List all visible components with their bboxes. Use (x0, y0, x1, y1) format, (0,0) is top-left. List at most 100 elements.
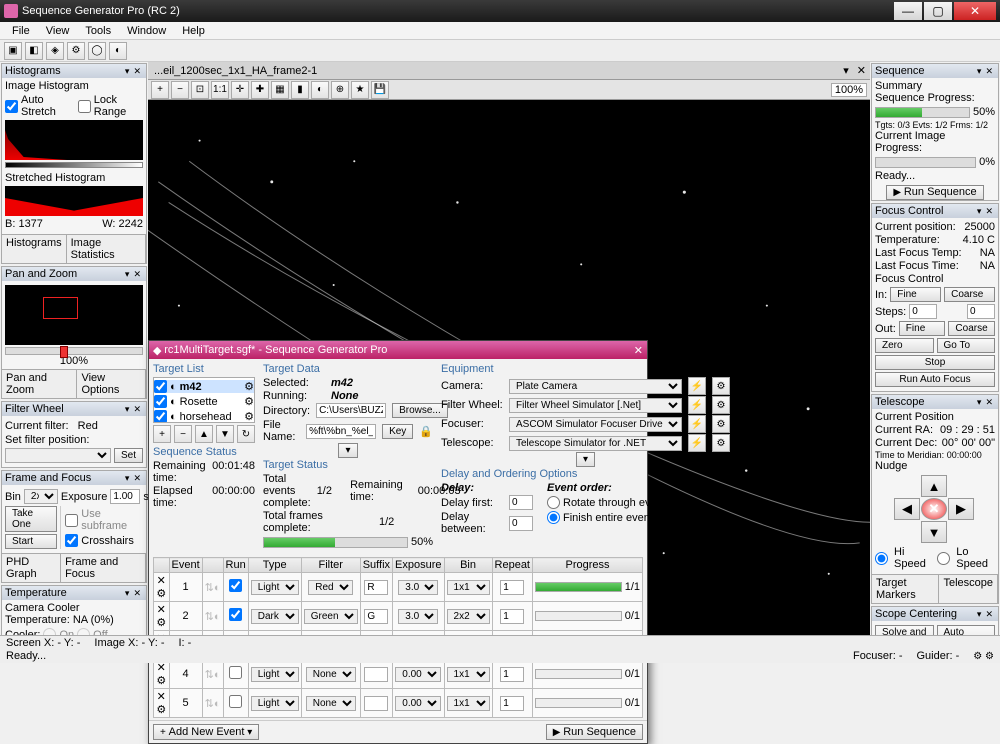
tab-histograms[interactable]: Histograms (2, 235, 67, 263)
dialog-run-sequence-button[interactable]: ▶ Run Sequence (546, 724, 643, 740)
nudge-down-button[interactable]: ▼ (921, 521, 947, 543)
event-suffix-input[interactable] (364, 667, 388, 682)
tab-frame-focus[interactable]: Frame and Focus (61, 554, 146, 582)
crosshair-icon[interactable]: ✚ (251, 81, 269, 99)
annotate-icon[interactable]: ⊕ (331, 81, 349, 99)
start-button[interactable]: Start (5, 534, 57, 549)
tab-panzoom[interactable]: Pan and Zoom (2, 370, 77, 398)
invert-icon[interactable]: ◐ (311, 81, 329, 99)
target-data-expand-button[interactable]: ▾ (338, 443, 357, 458)
camera-settings-icon[interactable]: ⚙ (712, 377, 730, 395)
focus-stop-button[interactable]: Stop (875, 355, 995, 370)
delay-first-input[interactable] (509, 495, 533, 510)
event-suffix-input[interactable] (364, 696, 388, 711)
panel-pin-icon[interactable]: ▾ (975, 66, 984, 77)
target-rosette[interactable]: Rosette (180, 396, 218, 408)
in-fine-button[interactable]: Fine (890, 287, 941, 302)
event-filter-select[interactable]: Green (304, 609, 358, 624)
event-bin-select[interactable]: 1x1 (447, 667, 490, 682)
target-add-button[interactable]: + (153, 425, 171, 443)
menu-window[interactable]: Window (119, 23, 174, 39)
tab-phd-graph[interactable]: PHD Graph (2, 554, 61, 582)
key-button[interactable]: Key (382, 424, 413, 439)
histogram-icon[interactable]: ▮ (291, 81, 309, 99)
event-bin-select[interactable]: 1x1 (447, 696, 490, 711)
window-close[interactable]: ✕ (954, 2, 996, 20)
zoom-100-icon[interactable]: 1:1 (211, 81, 229, 99)
target-rosette-checkbox[interactable] (154, 395, 167, 408)
histogram-display[interactable] (5, 120, 143, 160)
event-bin-select[interactable]: 2x2 (447, 609, 490, 624)
run-sequence-button[interactable]: ▶ Run Sequence (886, 185, 983, 200)
target-del-button[interactable]: − (174, 425, 192, 443)
set-filter-button[interactable]: Set (114, 448, 143, 463)
event-filter-select[interactable]: None (306, 696, 356, 711)
event-type-select[interactable]: Light (251, 696, 299, 711)
toolbar-btn-3[interactable]: ◈ (46, 42, 64, 60)
event-filter-select[interactable]: Red (308, 580, 353, 595)
zoom-readout[interactable]: 100% (831, 83, 867, 97)
subframe-checkbox[interactable] (65, 514, 78, 527)
menu-file[interactable]: File (4, 23, 38, 39)
panel-close-icon[interactable]: ✕ (983, 609, 995, 620)
toolbar-btn-4[interactable]: ⚙ (67, 42, 85, 60)
image-tab[interactable]: ...eil_1200sec_1x1_HA_frame2-1 ▾ ✕ (148, 62, 870, 80)
panel-close-icon[interactable]: ✕ (983, 206, 995, 217)
panel-pin-icon[interactable]: ▾ (123, 404, 132, 415)
camera-connect-icon[interactable]: ⚡ (688, 377, 706, 395)
crosshairs-checkbox[interactable] (65, 534, 78, 547)
event-run-check[interactable] (229, 608, 242, 621)
panel-close-icon[interactable]: ✕ (983, 66, 995, 77)
nudge-up-button[interactable]: ▲ (921, 475, 947, 497)
tab-view-options[interactable]: View Options (77, 370, 146, 398)
fw-connect-icon[interactable]: ⚡ (688, 396, 706, 414)
delay-between-input[interactable] (509, 516, 533, 531)
out-fine-button[interactable]: Fine (899, 321, 946, 336)
telescope-connect-icon[interactable]: ⚡ (688, 434, 706, 452)
auto-center-button[interactable]: Auto Center (937, 625, 996, 635)
event-exposure-select[interactable]: 3.0 (398, 580, 438, 595)
reticle-icon[interactable]: ✛ (231, 81, 249, 99)
histogram-gradient[interactable] (5, 162, 143, 168)
target-horsehead-checkbox[interactable] (154, 410, 167, 423)
rotate-radio[interactable] (547, 496, 560, 509)
tab-telescope[interactable]: Telescope (939, 575, 998, 603)
toolbar-btn-2[interactable]: ◧ (25, 42, 43, 60)
auto-stretch-checkbox[interactable] (5, 100, 18, 113)
event-repeat-input[interactable] (500, 609, 524, 624)
cooler-on-radio[interactable] (43, 628, 56, 635)
zoom-slider[interactable] (5, 347, 143, 355)
event-suffix-input[interactable] (364, 609, 388, 624)
menu-tools[interactable]: Tools (77, 23, 119, 39)
event-row[interactable]: ✕ ⚙5⇅◐LightNone0.001x10/1 (154, 689, 643, 718)
panzoom-preview[interactable] (5, 285, 143, 345)
directory-input[interactable] (316, 403, 386, 418)
panel-close-icon[interactable]: ✕ (131, 588, 143, 599)
camera-select[interactable]: Plate Camera (509, 379, 682, 394)
panel-close-icon[interactable]: ✕ (131, 404, 143, 415)
fw-select[interactable]: Filter Wheel Simulator [.Net] (509, 398, 682, 413)
event-type-select[interactable]: Light (251, 667, 299, 682)
target-down-button[interactable]: ▼ (216, 425, 234, 443)
window-maximize[interactable]: ▢ (924, 2, 952, 20)
nudge-stop-button[interactable]: ✕ (921, 498, 947, 520)
zoom-out-icon[interactable]: − (171, 81, 189, 99)
focuser-connect-icon[interactable]: ⚡ (688, 415, 706, 433)
solve-sync-button[interactable]: Solve and Sync (875, 625, 934, 635)
panel-close-icon[interactable]: ✕ (131, 269, 143, 280)
bin-select[interactable]: 2x2 (24, 489, 58, 504)
zoom-fit-icon[interactable]: ⊡ (191, 81, 209, 99)
cooler-off-radio[interactable] (77, 628, 90, 635)
target-m42-checkbox[interactable] (154, 380, 167, 393)
event-row[interactable]: ✕ ⚙2⇅◐DarkGreen3.02x20/1 (154, 602, 643, 631)
tab-target-markers[interactable]: Target Markers (872, 575, 939, 603)
menu-help[interactable]: Help (174, 23, 213, 39)
event-exposure-select[interactable]: 0.00 (395, 667, 441, 682)
lo-speed-radio[interactable] (937, 552, 950, 565)
tab-image-statistics[interactable]: Image Statistics (67, 235, 146, 263)
lock-range-checkbox[interactable] (78, 100, 91, 113)
target-reset-button[interactable]: ↻ (237, 425, 255, 443)
hi-speed-radio[interactable] (875, 552, 888, 565)
event-type-select[interactable]: Dark (251, 609, 299, 624)
event-run-check[interactable] (229, 666, 242, 679)
